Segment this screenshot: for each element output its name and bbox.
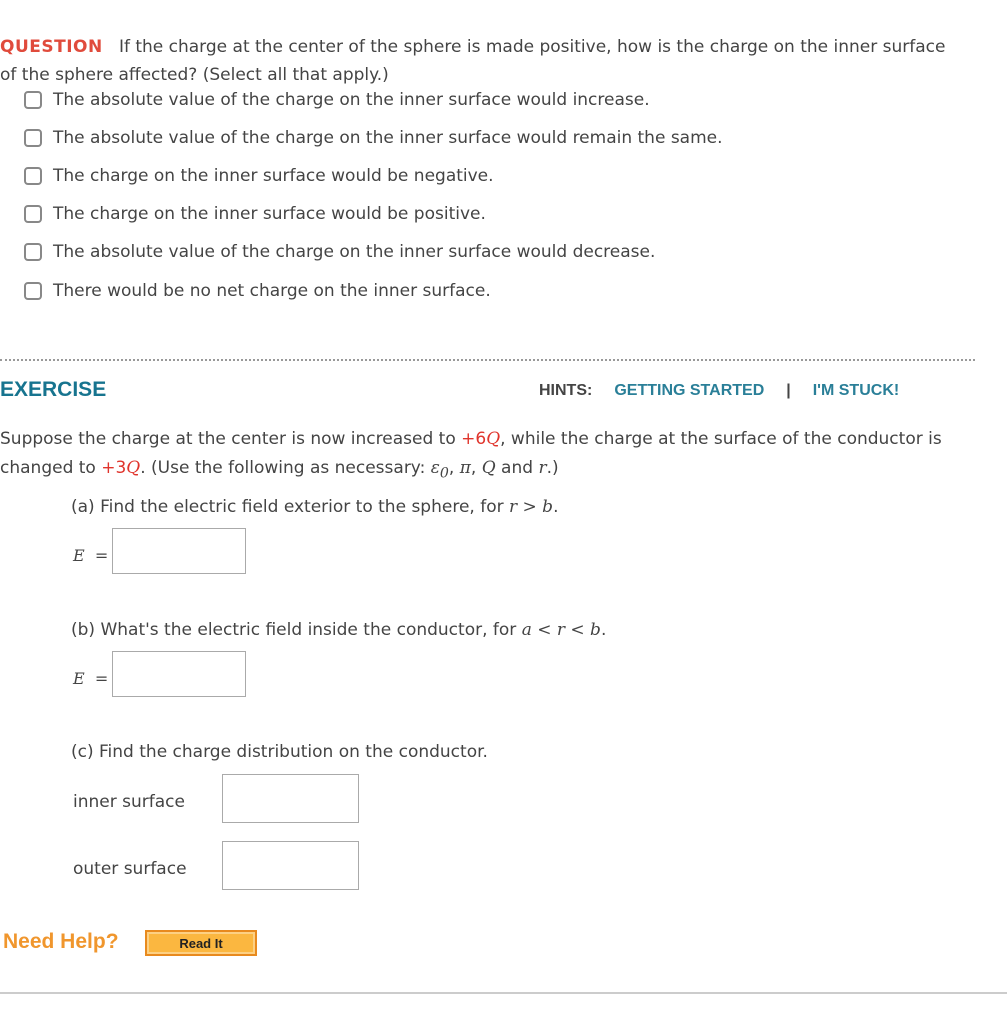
part-a-prompt: (a) Find the electric field exterior to … [71, 497, 559, 517]
epsilon-symbol: ε0 [430, 458, 449, 482]
outer-surface-label: outer surface [73, 859, 187, 879]
option-label: The charge on the inner surface would be… [53, 166, 494, 186]
hint-im-stuck-link[interactable]: I'M STUCK! [813, 382, 899, 400]
checkbox[interactable] [24, 205, 42, 223]
surface-charge: +3Q [101, 458, 141, 478]
option-3[interactable]: The charge on the inner surface would be… [24, 164, 494, 188]
option-5[interactable]: The absolute value of the charge on the … [24, 240, 655, 264]
part-b-e-label: E = [73, 669, 109, 688]
inner-surface-input[interactable] [222, 774, 359, 823]
need-help-label: Need Help? [3, 930, 119, 953]
part-b-answer-input[interactable] [112, 651, 246, 697]
option-1[interactable]: The absolute value of the charge on the … [24, 88, 650, 112]
question-text: If the charge at the center of the spher… [0, 37, 946, 85]
hints-label: HINTS: [539, 382, 593, 399]
option-label: The absolute value of the charge on the … [53, 128, 723, 148]
option-label: The absolute value of the charge on the … [53, 90, 650, 110]
part-b-prompt: (b) What's the electric field inside the… [71, 620, 607, 640]
bottom-divider [0, 992, 1007, 994]
hint-separator: | [786, 382, 791, 399]
read-it-button[interactable]: Read It [145, 930, 257, 956]
option-4[interactable]: The charge on the inner surface would be… [24, 202, 486, 226]
dotted-divider [0, 359, 975, 361]
hints-bar: HINTS: GETTING STARTED | I'M STUCK! [539, 382, 899, 400]
option-2[interactable]: The absolute value of the charge on the … [24, 126, 723, 150]
option-label: There would be no net charge on the inne… [53, 281, 491, 301]
exercise-title: EXERCISE [0, 378, 107, 401]
r-symbol: r [538, 458, 547, 478]
option-6[interactable]: There would be no net charge on the inne… [24, 279, 491, 303]
option-label: The absolute value of the charge on the … [53, 242, 656, 262]
part-c-prompt: (c) Find the charge distribution on the … [71, 742, 488, 762]
exercise-intro: Suppose the charge at the center is now … [0, 429, 942, 482]
checkbox[interactable] [24, 282, 42, 300]
question-block: QUESTION If the charge at the center of … [0, 33, 960, 89]
checkbox[interactable] [24, 129, 42, 147]
intro-text: Suppose the charge at the center is now … [0, 429, 462, 449]
intro-text: . (Use the following as necessary: [140, 458, 431, 478]
pi-symbol: π [459, 458, 471, 478]
checkbox[interactable] [24, 167, 42, 185]
option-label: The charge on the inner surface would be… [53, 204, 486, 224]
outer-surface-input[interactable] [222, 841, 359, 890]
part-a-answer-input[interactable] [112, 528, 246, 574]
q-symbol: Q [481, 458, 496, 478]
question-label: QUESTION [0, 37, 103, 57]
center-charge: +6Q [461, 429, 501, 449]
inner-surface-label: inner surface [73, 792, 185, 812]
checkbox[interactable] [24, 91, 42, 109]
checkbox[interactable] [24, 243, 42, 261]
part-a-e-label: E = [73, 546, 109, 565]
hint-getting-started-link[interactable]: GETTING STARTED [614, 382, 764, 400]
